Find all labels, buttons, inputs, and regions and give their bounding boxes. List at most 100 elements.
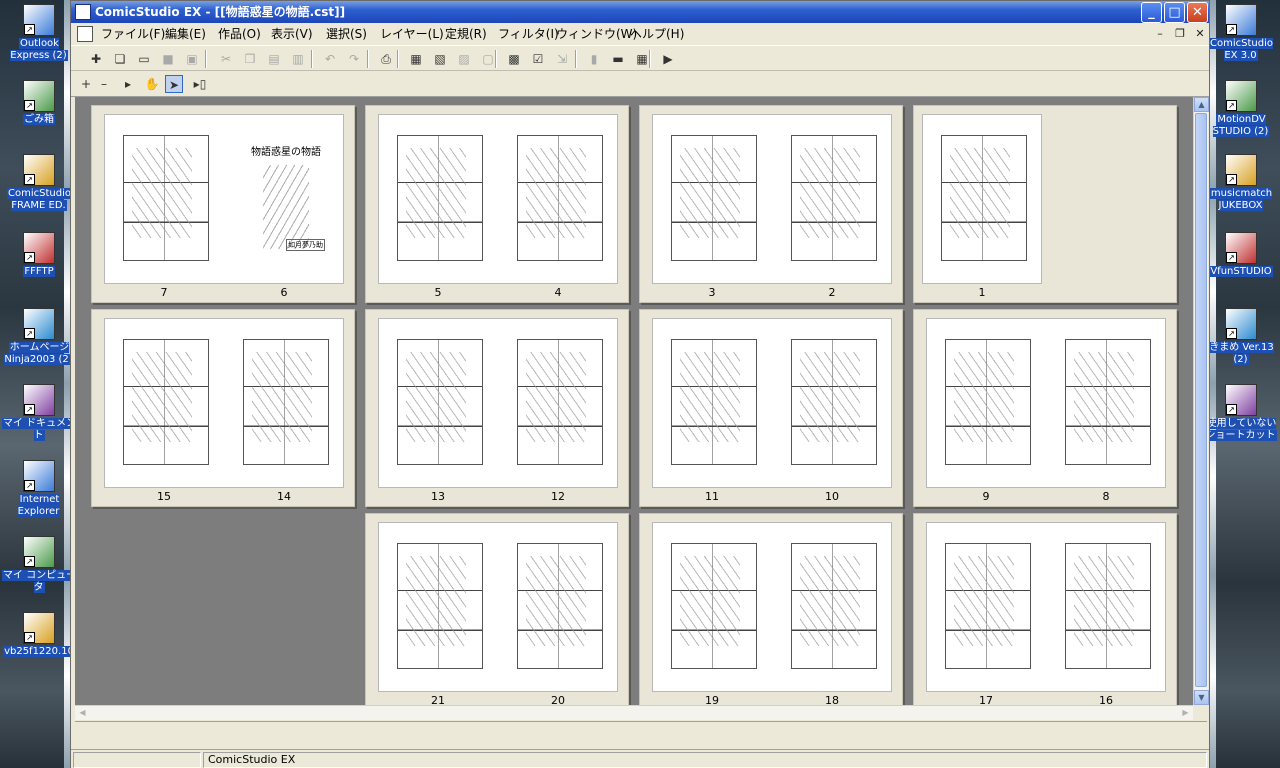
print-icon[interactable]: ⎙	[377, 50, 395, 68]
desktop-shortcut[interactable]: ↗ Outlook Express (2)	[1, 4, 77, 62]
undo-icon[interactable]: ↶	[321, 50, 339, 68]
export-icon[interactable]: ⇲	[553, 50, 571, 68]
pointer-icon[interactable]: ➤	[165, 75, 183, 93]
doc-restore-button[interactable]: ❐	[1173, 27, 1187, 41]
scroll-down-button[interactable]: ▼	[1194, 690, 1209, 705]
scroll-left-button[interactable]: ◀	[75, 706, 90, 720]
menu-item[interactable]: ヘルプ(H)	[630, 26, 684, 42]
page-thumbnail[interactable]	[652, 318, 892, 488]
doc-minimize-button[interactable]: –	[1153, 27, 1167, 41]
delete-icon[interactable]: ▥	[289, 50, 307, 68]
desktop-shortcut[interactable]: ↗ musicmatch JUKEBOX	[1203, 154, 1279, 212]
save-icon[interactable]: ■	[159, 50, 177, 68]
desktop-shortcut[interactable]: ↗ ごみ箱	[1, 80, 77, 126]
minimize-button[interactable]: _	[1141, 2, 1162, 23]
page-spread[interactable]: 98	[913, 309, 1177, 507]
panel-icon[interactable]: ▸▯	[191, 75, 209, 93]
folder-icon[interactable]: ▬	[609, 50, 627, 68]
page-thumbnail[interactable]	[652, 522, 892, 692]
page-number-right: 18	[825, 694, 839, 705]
page-thumbnail[interactable]	[652, 114, 892, 284]
new-story-icon[interactable]: ❏	[111, 50, 129, 68]
horizontal-scrollbar[interactable]: ◀ ▶	[75, 705, 1193, 720]
maximize-button[interactable]: □	[1164, 2, 1185, 23]
page-spread[interactable]: 17 16	[913, 513, 1177, 705]
zoom-in-icon[interactable]: +	[77, 75, 95, 93]
play-icon[interactable]: ▶	[659, 50, 677, 68]
page-thumbnail[interactable]	[104, 318, 344, 488]
open-icon[interactable]: ▭	[135, 50, 153, 68]
desktop-shortcut[interactable]: ↗ きまめ Ver.13 (2)	[1203, 308, 1279, 366]
zoom-out-icon[interactable]: –	[95, 75, 113, 93]
page-spread[interactable]: 54	[365, 105, 629, 303]
scroll-thumb[interactable]	[1195, 113, 1207, 687]
play-small-icon[interactable]: ▸	[119, 75, 137, 93]
menu-item[interactable]: ウィンドウ(W)	[556, 26, 637, 42]
page-number-right: 16	[1099, 694, 1113, 705]
menu-item[interactable]: 選択(S)	[326, 26, 367, 42]
desktop-shortcut[interactable]: ↗ ComicStudio EX 3.0	[1203, 4, 1279, 62]
page-spread[interactable]: 15 14	[91, 309, 355, 507]
copy-icon[interactable]: ❐	[241, 50, 259, 68]
desktop-shortcut-label: FFFTP	[23, 266, 55, 277]
scroll-right-button[interactable]: ▶	[1178, 706, 1193, 720]
page-spread[interactable]: 21 20	[365, 513, 629, 705]
scroll-up-button[interactable]: ▲	[1194, 97, 1209, 112]
page-thumbnail[interactable]	[926, 522, 1166, 692]
desktop-shortcut[interactable]: ↗ マイ コンピュータ	[1, 536, 77, 594]
paste-icon[interactable]: ▤	[265, 50, 283, 68]
manga-page-left	[671, 543, 757, 669]
menu-item[interactable]: 作品(O)	[218, 26, 261, 42]
desktop-shortcut[interactable]: ↗ マイ ドキュメント	[1, 384, 77, 442]
page-thumbnail[interactable]	[378, 522, 618, 692]
menu-item[interactable]: フィルタ(I)	[498, 26, 559, 42]
save-all-icon[interactable]: ▣	[183, 50, 201, 68]
desktop-shortcut[interactable]: ↗ 使用していないショートカット	[1203, 384, 1279, 442]
page-thumbnail[interactable]: 物語惑星の物語 如月夢乃助	[104, 114, 344, 284]
document-icon[interactable]	[77, 26, 93, 42]
hand-icon[interactable]: ✋	[143, 75, 161, 93]
page-spread[interactable]: 11 10	[639, 309, 903, 507]
story-page-view[interactable]: 物語惑星の物語 如月夢乃助 7 6 5 4 3 2 1 15 14 13 12 11 10 9 8 21 20 19 1…	[75, 97, 1193, 705]
page-artwork	[526, 352, 586, 442]
menu-item[interactable]: 定規(R)	[445, 26, 487, 42]
desktop-shortcut[interactable]: ↗ VfunSTUDIO	[1203, 232, 1279, 278]
new-page-icon[interactable]: ✚	[87, 50, 105, 68]
close-button[interactable]: ✕	[1187, 2, 1208, 23]
desktop-shortcut-label: ComicStudio FRAME ED.	[7, 188, 71, 211]
doc-close-button[interactable]: ✕	[1193, 27, 1207, 41]
cut-icon[interactable]: ✂	[217, 50, 235, 68]
menu-item[interactable]: 編集(E)	[165, 26, 206, 42]
page-settings-icon[interactable]: ▨	[455, 50, 473, 68]
checker-icon[interactable]: ▩	[505, 50, 523, 68]
desktop-shortcut[interactable]: ↗ vb25f1220.10	[1, 612, 77, 658]
page-artwork	[950, 148, 1010, 238]
toolbar-separator	[397, 50, 399, 68]
story-properties-icon[interactable]: ▧	[431, 50, 449, 68]
page-thumbnail[interactable]	[378, 318, 618, 488]
page-thumbnail[interactable]	[378, 114, 618, 284]
page-number-left: 19	[705, 694, 719, 705]
app-icon[interactable]	[75, 4, 91, 20]
page-thumbnail[interactable]	[926, 318, 1166, 488]
redo-icon[interactable]: ↷	[345, 50, 363, 68]
page-properties-icon[interactable]: ▦	[407, 50, 425, 68]
desktop-shortcut[interactable]: ↗ ホームページ Ninja2003 (2)	[1, 308, 77, 366]
page-spread[interactable]: 13 12	[365, 309, 629, 507]
menu-item[interactable]: 表示(V)	[271, 26, 313, 42]
checkbox-icon[interactable]: ☑	[529, 50, 547, 68]
desktop-shortcut[interactable]: ↗ MotionDV STUDIO (2)	[1203, 80, 1279, 138]
page-thumbnail[interactable]	[922, 114, 1042, 284]
page-spread[interactable]: 物語惑星の物語 如月夢乃助 7 6	[91, 105, 355, 303]
page-spread[interactable]: 19 18	[639, 513, 903, 705]
menu-item[interactable]: ファイル(F)	[101, 26, 165, 42]
page-spread[interactable]: 32	[639, 105, 903, 303]
desktop-shortcut[interactable]: ↗ Internet Explorer	[1, 460, 77, 518]
vertical-scrollbar[interactable]: ▲ ▼	[1193, 97, 1209, 705]
menu-item[interactable]: レイヤー(L)	[380, 26, 444, 42]
page-spread[interactable]: 1	[913, 105, 1177, 303]
layer-icon[interactable]: ▮	[585, 50, 603, 68]
desktop-shortcut[interactable]: ↗ FFFTP	[1, 232, 77, 278]
title-bar[interactable]: ComicStudio EX - [[物語惑星の物語.cst]] _ □ ✕	[71, 1, 1209, 23]
desktop-shortcut[interactable]: ↗ ComicStudio FRAME ED.	[1, 154, 77, 212]
